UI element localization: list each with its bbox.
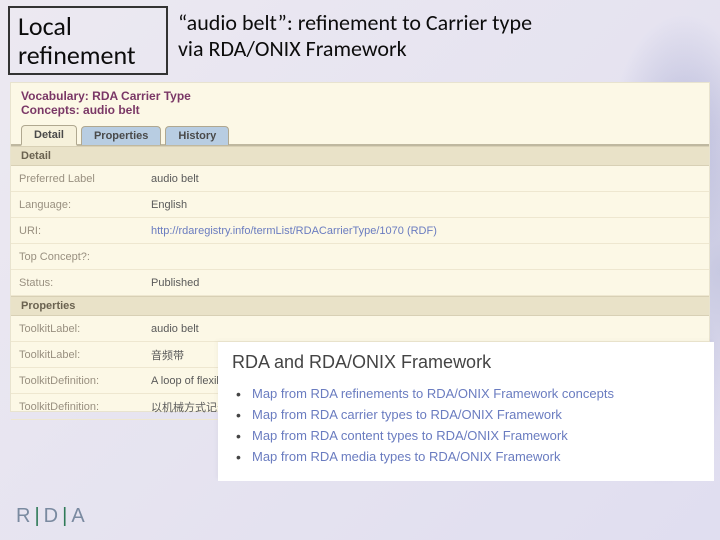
overlay-link-refinements[interactable]: Map from RDA refinements to RDA/ONIX Fra… — [236, 383, 700, 404]
logo-bar-2: | — [62, 505, 70, 527]
title-line1: Local — [18, 12, 158, 41]
subtitle: “audio belt”: refinement to Carrier type… — [178, 6, 532, 63]
title-box: Local refinement — [8, 6, 168, 75]
value-language: English — [143, 195, 709, 215]
subtitle-line2: via RDA/ONIX Framework — [178, 36, 532, 62]
label-preferred: Preferred Label — [11, 169, 143, 189]
tab-properties[interactable]: Properties — [81, 126, 161, 145]
value-top-concept — [143, 253, 709, 261]
tabs: Detail Properties History — [11, 123, 709, 146]
framework-overlay: RDA and RDA/ONIX Framework Map from RDA … — [218, 342, 714, 481]
concepts-label: Concepts: — [21, 103, 80, 117]
rda-logo: R|D|A — [16, 505, 88, 528]
label-tk-label-1: ToolkitLabel: — [11, 319, 143, 339]
row-language: Language: English — [11, 192, 709, 218]
row-uri: URI: http://rdaregistry.info/termList/RD… — [11, 218, 709, 244]
value-preferred: audio belt — [143, 169, 709, 189]
tab-detail[interactable]: Detail — [21, 125, 77, 146]
label-tk-def-1: ToolkitDefinition: — [11, 371, 143, 391]
label-status: Status: — [11, 273, 143, 293]
header-row: Local refinement “audio belt”: refinemen… — [0, 0, 720, 79]
overlay-link-content[interactable]: Map from RDA content types to RDA/ONIX F… — [236, 425, 700, 446]
tab-history[interactable]: History — [165, 126, 229, 145]
row-top-concept: Top Concept?: — [11, 244, 709, 270]
label-language: Language: — [11, 195, 143, 215]
logo-d: D — [44, 505, 61, 527]
logo-bar-1: | — [34, 505, 42, 527]
concepts-value: audio belt — [83, 103, 140, 117]
row-status: Status: Published — [11, 270, 709, 296]
row-preferred-label: Preferred Label audio belt — [11, 166, 709, 192]
value-status: Published — [143, 273, 709, 293]
logo-a: A — [71, 505, 87, 527]
label-top-concept: Top Concept?: — [11, 247, 143, 267]
value-uri[interactable]: http://rdaregistry.info/termList/RDACarr… — [143, 221, 709, 241]
logo-r: R — [16, 505, 33, 527]
title-line2: refinement — [18, 41, 158, 70]
overlay-link-media[interactable]: Map from RDA media types to RDA/ONIX Fra… — [236, 446, 700, 467]
label-tk-def-2: ToolkitDefinition: — [11, 397, 143, 417]
vocab-label: Vocabulary: — [21, 89, 89, 103]
label-uri: URI: — [11, 221, 143, 241]
overlay-list: Map from RDA refinements to RDA/ONIX Fra… — [232, 383, 700, 467]
label-tk-label-2: ToolkitLabel: — [11, 345, 143, 365]
section-properties: Properties — [11, 296, 709, 316]
vocab-value: RDA Carrier Type — [92, 89, 191, 103]
panel-header: Vocabulary: RDA Carrier Type Concepts: a… — [11, 83, 709, 119]
section-detail: Detail — [11, 146, 709, 166]
slide: Local refinement “audio belt”: refinemen… — [0, 0, 720, 540]
overlay-title: RDA and RDA/ONIX Framework — [232, 352, 700, 373]
row-toolkit-label-1: ToolkitLabel: audio belt — [11, 316, 709, 342]
value-tk-label-1: audio belt — [143, 319, 709, 339]
overlay-link-carrier[interactable]: Map from RDA carrier types to RDA/ONIX F… — [236, 404, 700, 425]
subtitle-line1: “audio belt”: refinement to Carrier type — [178, 10, 532, 36]
